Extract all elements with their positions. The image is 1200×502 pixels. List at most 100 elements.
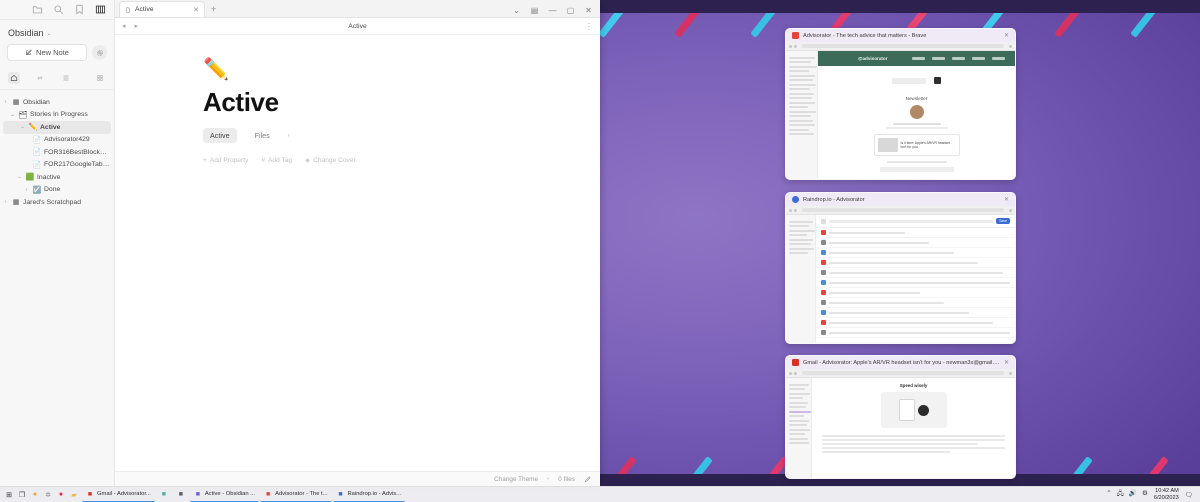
taskbar-notes-app[interactable]: ■ (173, 488, 189, 502)
new-tab-button[interactable]: + (205, 1, 222, 17)
taskbar-raindrop[interactable]: ■ Raindrop.io - Advis... (332, 488, 405, 502)
document-emoji-icon[interactable]: ✏️ (203, 59, 600, 80)
settings-button[interactable] (92, 45, 107, 60)
chevron-right-icon[interactable]: › (2, 99, 9, 105)
chevron-right-icon[interactable]: › (2, 199, 9, 205)
sidebar-toggle-icon[interactable]: ▤ (530, 6, 539, 15)
start-icon[interactable]: ⊞ (5, 491, 13, 499)
tab-active[interactable]: Active ✕ (119, 1, 205, 17)
document-chip-files[interactable]: Files (248, 128, 277, 143)
taskbar-obsidian[interactable]: ■ Active - Obsidian ... (189, 488, 260, 502)
notification-icon[interactable]: 🗨 (1185, 491, 1193, 499)
maximize-icon[interactable]: ▢ (566, 6, 575, 15)
page-title[interactable]: Active (203, 87, 600, 118)
taskbar-clock[interactable]: 10:42 AM 6/20/2023 (1154, 488, 1179, 502)
thumb1-close-icon[interactable]: ✕ (1004, 32, 1009, 39)
obsidian-window[interactable]: Obsidian ⌄ New Note › ▦ Obsidian ⌄ 🗂 Sto… (0, 0, 600, 486)
taskbar-unknown-app[interactable]: ■ (156, 488, 172, 502)
bookmark-row[interactable] (816, 318, 1015, 328)
raindrop-advisorator-window[interactable]: Raindrop.io - Advisorator ✕ Save (785, 192, 1016, 344)
chevron-right-icon[interactable]: › (288, 133, 290, 139)
bookmark-row[interactable] (816, 308, 1015, 318)
firefox-icon[interactable]: ● (31, 491, 39, 499)
sidebar-tab-layout[interactable] (94, 72, 106, 84)
file-tree-item[interactable]: › ☑️ Done (0, 184, 114, 197)
sidebar-tab-list[interactable] (60, 72, 72, 84)
bookmark-row[interactable] (816, 268, 1015, 278)
chevron-down-icon[interactable]: ⌄ (9, 112, 16, 118)
dropdown-icon[interactable]: ⌄ (512, 6, 521, 15)
bookmark-row[interactable] (816, 288, 1015, 298)
grid-icon[interactable] (95, 4, 106, 15)
bookmark-row[interactable] (816, 238, 1015, 248)
volume-icon[interactable]: 🔊 (1129, 489, 1137, 500)
vault-switcher[interactable]: Obsidian ⌄ (0, 20, 114, 44)
document-area[interactable]: ✏️ Active Active Files › + Add Property # Add… (115, 35, 600, 471)
bookmark-row[interactable] (816, 298, 1015, 308)
task-view-icon[interactable]: ❐ (18, 491, 26, 499)
article-card[interactable]: Is it time: Apple's AR/VR headset isn't … (873, 134, 960, 156)
bookmark-row[interactable] (816, 248, 1015, 258)
newsletter-block: Newsletter (818, 66, 1015, 129)
brave-advisorator-window[interactable]: Advisorator - The tech advice that matte… (785, 28, 1016, 180)
new-note-label: New Note (36, 48, 69, 57)
bookmark-row[interactable] (816, 278, 1015, 288)
pencil-icon[interactable] (584, 475, 591, 483)
gmail-advisorator-window[interactable]: Gmail - Advisorator: Apple's AR/VR heads… (785, 355, 1016, 479)
document-action-change-cover[interactable]: ◈ Change Cover (305, 156, 356, 165)
gmail-icon (792, 359, 799, 366)
document-action-add-property[interactable]: + Add Property (203, 156, 248, 164)
bookmark-row[interactable] (816, 258, 1015, 268)
thumb2-page-content: Save (816, 215, 1015, 343)
sidebar-tab-links[interactable] (34, 72, 46, 84)
bluetooth-icon[interactable]: ✲ (44, 491, 52, 499)
file-tree-item[interactable]: 📄 FOR217GoogleTablet... (0, 159, 114, 172)
bookmark-row[interactable] (816, 228, 1015, 238)
thumb2-close-icon[interactable]: ✕ (1004, 196, 1009, 203)
settings-icon[interactable]: ⚙ (1142, 489, 1148, 500)
bookmark-list[interactable] (816, 228, 1015, 338)
document-chip-active[interactable]: Active (203, 128, 237, 143)
thumb2-titlebar[interactable]: Raindrop.io - Advisorator ✕ (786, 193, 1015, 206)
opera-icon[interactable]: ● (57, 491, 65, 499)
show-hidden-icons[interactable]: ⌃ (1106, 489, 1111, 500)
thumb3-titlebar[interactable]: Gmail - Advisorator: Apple's AR/VR heads… (786, 356, 1015, 369)
address-bar[interactable] (802, 44, 1004, 48)
address-bar[interactable] (802, 208, 1004, 212)
chevron-down-icon[interactable]: ⌄ (19, 124, 26, 130)
file-tree-item[interactable]: ⌄ 🟩 Inactive (0, 171, 114, 184)
windows-taskbar[interactable]: ⊞ ❐ ● ✲ ● ▰ ■ Gmail - Advisorator... ■ ■ ■ Active … (0, 486, 1200, 502)
new-note-button[interactable]: New Note (7, 44, 87, 61)
file-tree-item[interactable]: › ▦ Obsidian (0, 96, 114, 109)
document-chip-row: Active Files › (203, 128, 600, 143)
explorer-icon[interactable]: ▰ (70, 491, 78, 499)
search-icon[interactable] (53, 4, 64, 15)
document-action-add-tag[interactable]: # Add Tag (261, 156, 292, 164)
folder-icon[interactable] (32, 4, 43, 15)
address-bar[interactable] (802, 371, 1004, 375)
file-tree[interactable]: › ▦ Obsidian ⌄ 🗂 Stories In Progress ⌄ ✏️ Active… (0, 90, 114, 486)
change-theme-button[interactable]: Change Theme (494, 476, 538, 483)
close-icon[interactable]: ✕ (584, 6, 593, 15)
chevron-down-icon[interactable]: ⌄ (16, 174, 23, 180)
network-icon[interactable]: 🖧 (1117, 489, 1124, 500)
bookmark-icon[interactable] (74, 4, 85, 15)
taskbar-brave[interactable]: ■ Advisorator - The t... (260, 488, 332, 502)
thumb3-close-icon[interactable]: ✕ (1004, 359, 1009, 366)
file-icon: 📄 (32, 136, 42, 144)
chevron-right-icon[interactable]: › (23, 187, 30, 193)
file-tree-item[interactable]: 📄FOR316BestBlock_Re... (0, 146, 114, 159)
minimize-icon[interactable]: — (548, 6, 557, 15)
file-tree-item[interactable]: › ▦ Jared's Scratchpad (0, 196, 114, 209)
file-tree-item[interactable]: ⌄ 🗂 Stories In Progress (0, 109, 114, 122)
tab-close-button[interactable]: ✕ (193, 6, 199, 14)
green-square-icon: 🟩 (25, 174, 35, 182)
file-tree-item[interactable]: 📄 Advisorator429 (0, 134, 114, 147)
save-badge[interactable]: Save (996, 218, 1010, 224)
bookmark-row[interactable] (816, 328, 1015, 338)
sidebar-tab-files[interactable] (8, 72, 20, 84)
thumb1-titlebar[interactable]: Advisorator - The tech advice that matte… (786, 29, 1015, 42)
taskbar-gmail[interactable]: ■ Gmail - Advisorator... (82, 488, 155, 502)
bookmark-title-line (829, 321, 994, 324)
file-tree-item-selected[interactable]: ⌄ ✏️ Active (3, 121, 111, 134)
